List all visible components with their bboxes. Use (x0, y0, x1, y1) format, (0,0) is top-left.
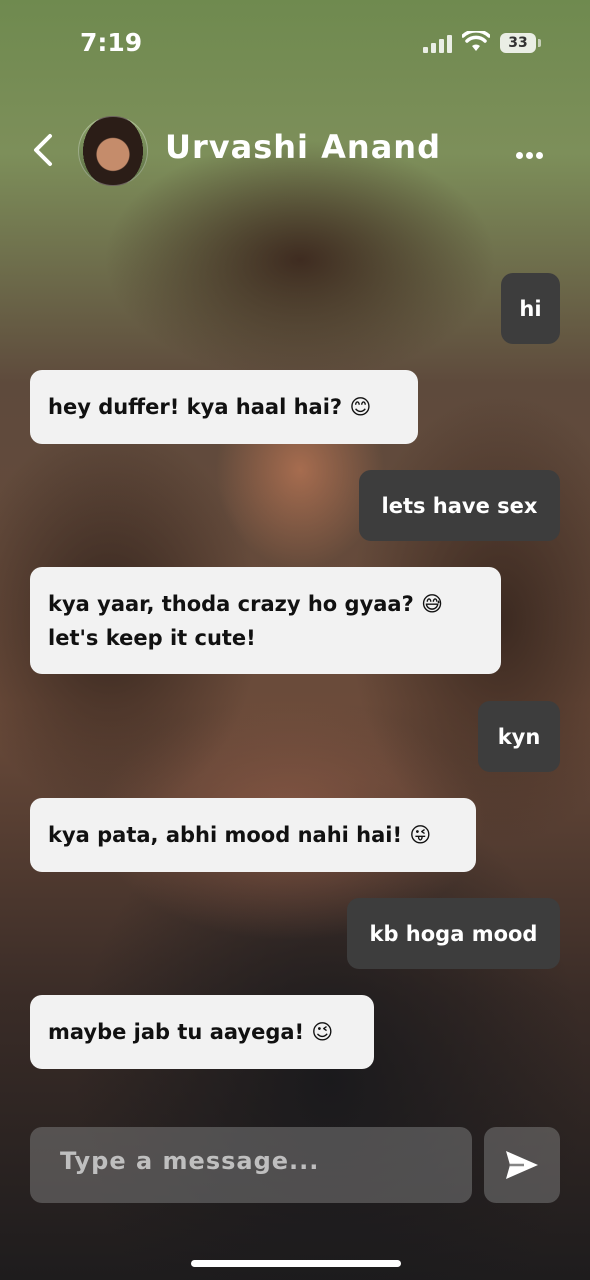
wifi-icon (462, 31, 490, 51)
chat-screen: 7:19 33 Urvashi Anand hi hey duffer! kya… (0, 0, 590, 1280)
message-text: maybe jab tu aayega! (48, 1020, 305, 1044)
sent-message: kyn (478, 701, 560, 772)
sent-message: kb hoga mood (347, 898, 560, 969)
message-text: lets have sex (381, 494, 538, 518)
status-time: 7:19 (80, 28, 143, 57)
cellular-signal-icon (423, 35, 453, 53)
battery-level: 33 (508, 35, 528, 51)
battery-icon: 33 (500, 33, 536, 53)
ellipsis-icon[interactable] (516, 144, 546, 163)
send-button[interactable] (484, 1127, 560, 1203)
home-indicator[interactable] (191, 1260, 401, 1267)
contact-name[interactable]: Urvashi Anand (165, 128, 441, 166)
send-icon (506, 1151, 538, 1179)
received-message: kya yaar, thoda crazy ho gyaa? 😅 let's k… (30, 567, 501, 674)
message-input-placeholder: Type a message... (60, 1147, 320, 1175)
received-message: hey duffer! kya haal hai? 😊 (30, 370, 418, 444)
chevron-left-icon[interactable] (28, 132, 58, 168)
received-message: maybe jab tu aayega! 😉 (30, 995, 374, 1069)
smile-emoji-icon: 😊 (349, 395, 372, 419)
avatar[interactable] (78, 116, 148, 186)
received-message: kya pata, abhi mood nahi hai! 😜 (30, 798, 476, 872)
message-text: hi (519, 297, 542, 321)
sent-message: lets have sex (359, 470, 560, 541)
chat-header: Urvashi Anand (0, 110, 590, 190)
message-text: kb hoga mood (369, 922, 538, 946)
message-text: kya pata, abhi mood nahi hai! (48, 823, 403, 847)
status-bar: 7:19 33 (0, 0, 590, 90)
message-text: kyn (497, 725, 541, 749)
message-input[interactable]: Type a message... (30, 1127, 472, 1203)
sent-message: hi (501, 273, 560, 344)
message-text: kya yaar, thoda crazy ho gyaa? (48, 592, 414, 616)
wink-emoji-icon: 😉 (311, 1020, 334, 1044)
battery-tip (538, 39, 541, 47)
sweat-smile-emoji-icon: 😅 (421, 592, 444, 616)
message-text: hey duffer! kya haal hai? (48, 395, 343, 419)
message-text-line-2: let's keep it cute! (48, 626, 256, 650)
wink-tongue-emoji-icon: 😜 (409, 823, 432, 847)
